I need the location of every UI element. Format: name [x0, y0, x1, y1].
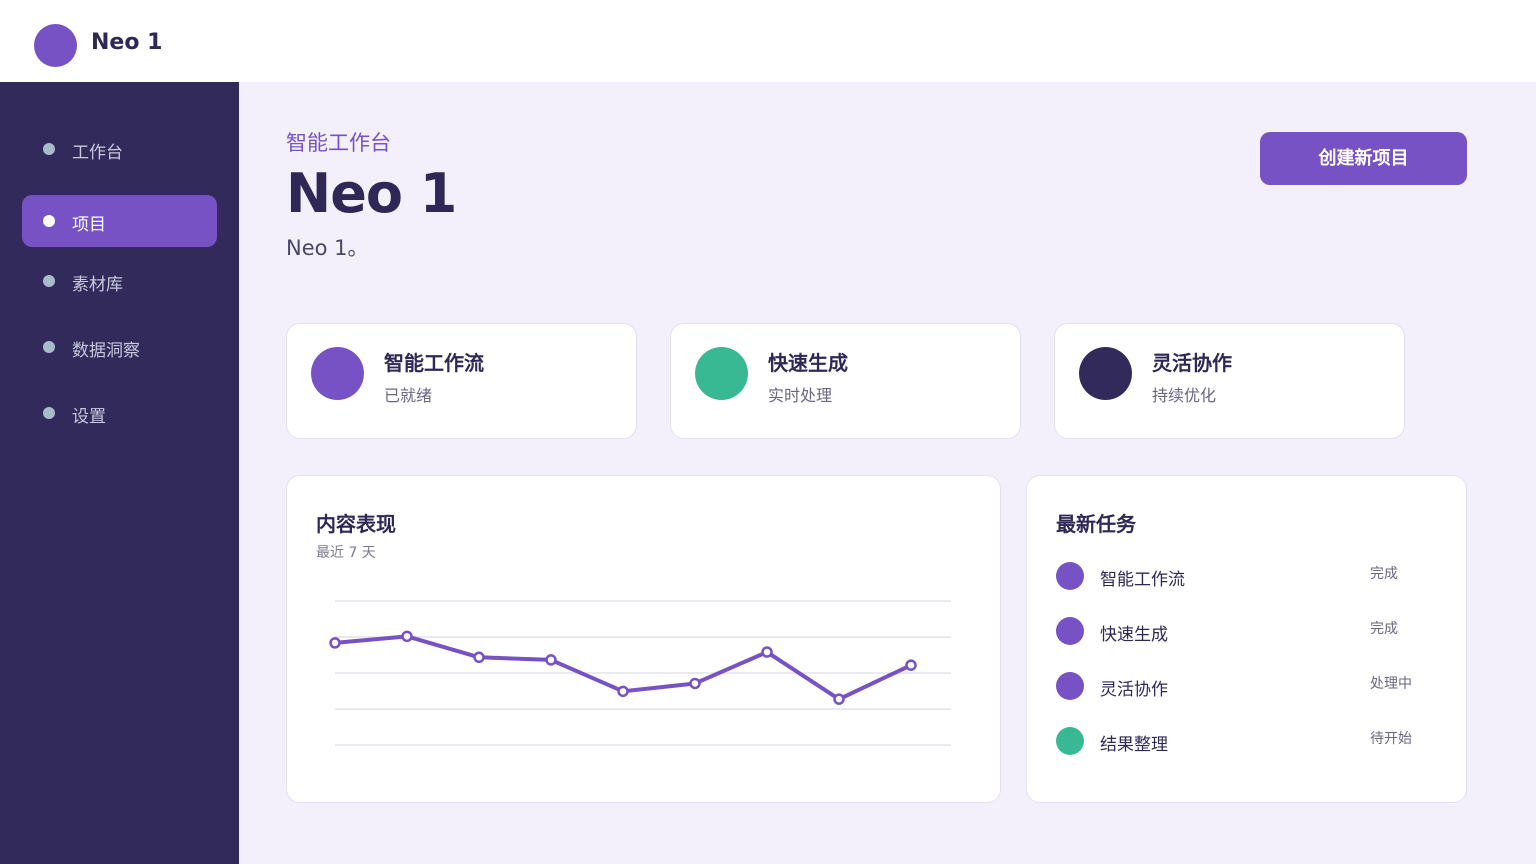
task-name: 快速生成 [1100, 625, 1168, 645]
chart-data-point[interactable] [689, 677, 701, 690]
task-name: 结果整理 [1100, 735, 1168, 755]
bullet-icon [43, 143, 55, 155]
feature-title: 智能工作流 [384, 351, 484, 375]
feature-subtitle: 实时处理 [768, 386, 833, 405]
bullet-icon [43, 341, 55, 353]
task-status-dot-icon [1056, 727, 1084, 755]
logo-icon [34, 24, 77, 67]
sidebar: 工作台 项目 素材库 数据洞察 设置 [0, 82, 239, 864]
bullet-icon [43, 275, 55, 287]
task-item[interactable]: 结果整理 待开始 [1056, 721, 1436, 761]
page-description: Neo 1。 [286, 236, 369, 260]
feature-subtitle: 持续优化 [1152, 386, 1217, 405]
app-title: Neo 1 [91, 30, 163, 55]
task-item[interactable]: 快速生成 完成 [1056, 611, 1436, 651]
sidebar-item-assets[interactable]: 素材库 [22, 255, 217, 307]
tasks-title: 最新任务 [1056, 512, 1136, 536]
bullet-icon [43, 215, 55, 227]
sidebar-item-projects[interactable]: 项目 [22, 195, 217, 247]
task-item[interactable]: 智能工作流 完成 [1056, 556, 1436, 596]
content-performance-card: 内容表现 最近 7 天 [286, 475, 1001, 803]
task-status: 待开始 [1370, 731, 1412, 747]
sidebar-item-label: 项目 [72, 215, 106, 235]
top-bar: Neo 1 [0, 0, 1536, 82]
chart-data-point[interactable] [761, 646, 773, 658]
generate-icon [695, 347, 748, 400]
task-name: 智能工作流 [1100, 570, 1185, 590]
feature-subtitle: 已就绪 [384, 386, 433, 405]
task-status-dot-icon [1056, 617, 1084, 645]
sidebar-item-workbench[interactable]: 工作台 [22, 123, 217, 175]
bullet-icon [43, 407, 55, 419]
collaborate-icon [1079, 347, 1132, 400]
page-subtitle: 智能工作台 [286, 131, 391, 155]
feature-card-generate[interactable]: 快速生成 实时处理 [670, 323, 1021, 439]
main-content: 智能工作台 Neo 1 Neo 1。 创建新项目 智能工作流 已就绪 快速生成 … [239, 82, 1536, 864]
chart-data-point[interactable] [905, 659, 917, 671]
task-status-dot-icon [1056, 672, 1084, 700]
chart-data-point[interactable] [833, 693, 845, 705]
feature-card-collaborate[interactable]: 灵活协作 持续优化 [1054, 323, 1405, 439]
feature-title: 灵活协作 [1152, 351, 1232, 375]
sidebar-item-label: 素材库 [72, 275, 123, 295]
task-item[interactable]: 灵活协作 处理中 [1056, 666, 1436, 706]
task-name: 灵活协作 [1100, 680, 1168, 700]
page-title: Neo 1 [286, 162, 457, 225]
latest-tasks-card: 最新任务 智能工作流 完成 快速生成 完成 灵活协作 处理中 结果整理 待开始 [1026, 475, 1467, 803]
feature-title: 快速生成 [768, 351, 848, 375]
task-status: 完成 [1370, 621, 1398, 637]
chart-data-point[interactable] [545, 654, 557, 666]
sidebar-item-insights[interactable]: 数据洞察 [22, 321, 217, 373]
task-status: 处理中 [1370, 676, 1412, 692]
create-project-button[interactable]: 创建新项目 [1260, 132, 1467, 185]
sidebar-item-settings[interactable]: 设置 [22, 387, 217, 439]
sidebar-item-label: 数据洞察 [72, 341, 140, 361]
line-chart [329, 600, 951, 746]
sidebar-item-label: 设置 [72, 407, 106, 427]
chart-data-point[interactable] [401, 630, 413, 643]
workflow-icon [311, 347, 364, 400]
chart-data-point[interactable] [473, 651, 485, 664]
task-status-dot-icon [1056, 562, 1084, 590]
chart-data-point[interactable] [329, 637, 341, 649]
task-status: 完成 [1370, 566, 1398, 582]
chart-data-point[interactable] [617, 685, 629, 698]
feature-card-workflow[interactable]: 智能工作流 已就绪 [286, 323, 637, 439]
sidebar-item-label: 工作台 [72, 143, 123, 163]
